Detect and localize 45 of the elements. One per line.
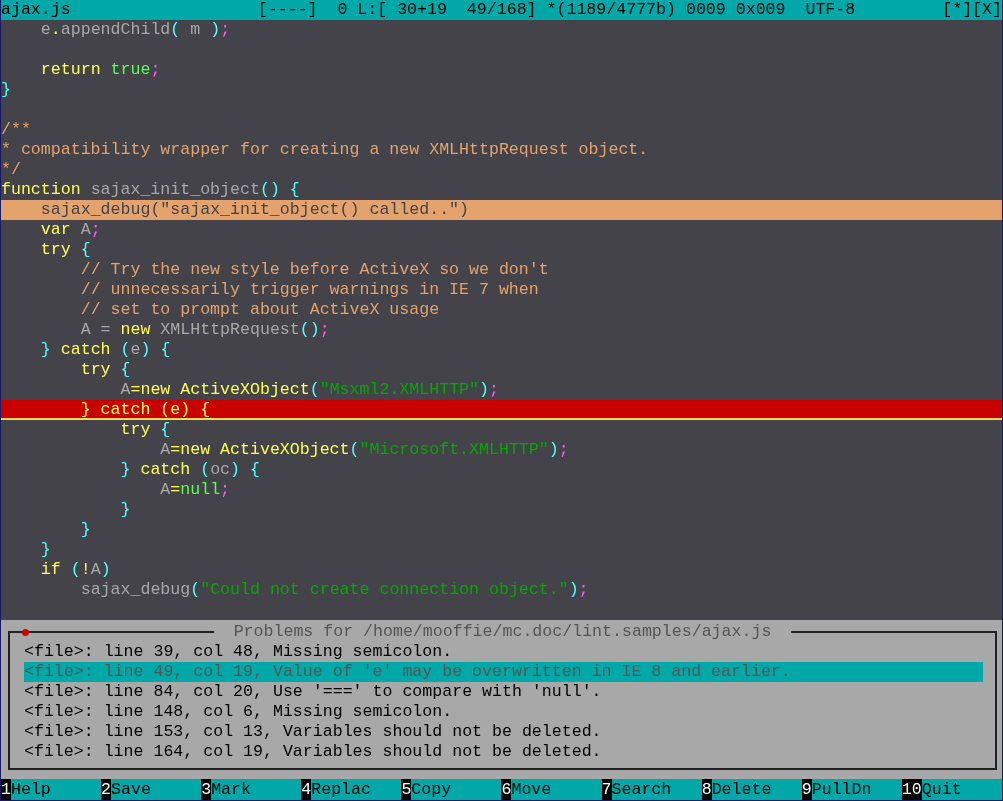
code-line: A=new ActiveXObject("Msxml2.XMLHTTP"); xyxy=(120,380,499,399)
problem-item[interactable]: <file>: line 148, col 6, Missing semicolon. xyxy=(24,702,983,722)
code-line: A=null; xyxy=(160,480,231,499)
code-line: A = new XMLHttpRequest(); xyxy=(80,320,330,339)
code-line: // set to prompt about ActiveX usage xyxy=(80,300,440,319)
code-line: e.appendChild( m ); xyxy=(40,20,231,39)
code-line: /** xyxy=(1,120,31,139)
function-key-number: 7 xyxy=(601,779,612,800)
function-key-number: 5 xyxy=(401,779,412,800)
function-key-number: 4 xyxy=(301,779,312,800)
code-line: var A; xyxy=(40,220,101,239)
code-line: A=new ActiveXObject("Microsoft.XMLHTTP"); xyxy=(160,440,569,459)
code-line: try { xyxy=(80,360,131,379)
code-line: if (!A) xyxy=(40,560,111,579)
code-line: } xyxy=(1,80,11,99)
code-line: function sajax_init_object() { xyxy=(1,180,300,199)
code-line: } catch (e) { xyxy=(40,340,171,359)
code-line: try { xyxy=(40,240,91,259)
function-key-number: 1 xyxy=(1,779,11,800)
code-line: } xyxy=(80,520,91,539)
code-line: return true; xyxy=(40,60,161,79)
function-key-number: 8 xyxy=(701,779,712,800)
file-name: ajax.js xyxy=(1,0,71,20)
function-key-number: 9 xyxy=(801,779,812,800)
panel-title: Problems for /home/mooffie/mc.doc/lint.samples/ajax.js xyxy=(213,622,792,642)
problem-item[interactable]: <file>: line 84, col 20, Use '===' to compare with 'null'. xyxy=(24,682,983,702)
function-key-number: 3 xyxy=(201,779,212,800)
function-key-number: 6 xyxy=(501,779,512,800)
code-line: // unnecessarily trigger warnings in IE 7 when xyxy=(80,280,539,299)
code-line: } xyxy=(40,540,51,559)
error-dot-icon xyxy=(22,629,29,636)
problem-item[interactable]: <file>: line 153, col 13, Variables should not be deleted. xyxy=(24,722,983,742)
code-line: sajax_debug("sajax_init_object() called..") xyxy=(40,200,470,219)
cursor-position-info: [----] 0 L:[ 30+19 49/168] *(1189/4777b) 0009 0x009 UTF-8 xyxy=(256,0,856,20)
code-line: } catch (e) { xyxy=(80,400,211,419)
window-controls[interactable]: [*][X] xyxy=(942,0,1002,20)
code-line: * compatibility wrapper for creating a new XMLHttpRequest object. xyxy=(1,140,649,159)
problem-item[interactable]: <file>: line 39, col 48, Missing semicolon. xyxy=(24,642,983,662)
code-line: */ xyxy=(1,160,21,179)
code-line: } xyxy=(120,500,131,519)
problem-item[interactable]: <file>: line 164, col 19, Variables should not be deleted. xyxy=(24,742,983,762)
code-line: try { xyxy=(120,420,171,439)
code-line: // Try the new style before ActiveX so we don't xyxy=(80,260,549,279)
code-line: sajax_debug("Could not create connection object."); xyxy=(80,580,589,599)
code-line: } catch (oc) { xyxy=(120,460,260,479)
